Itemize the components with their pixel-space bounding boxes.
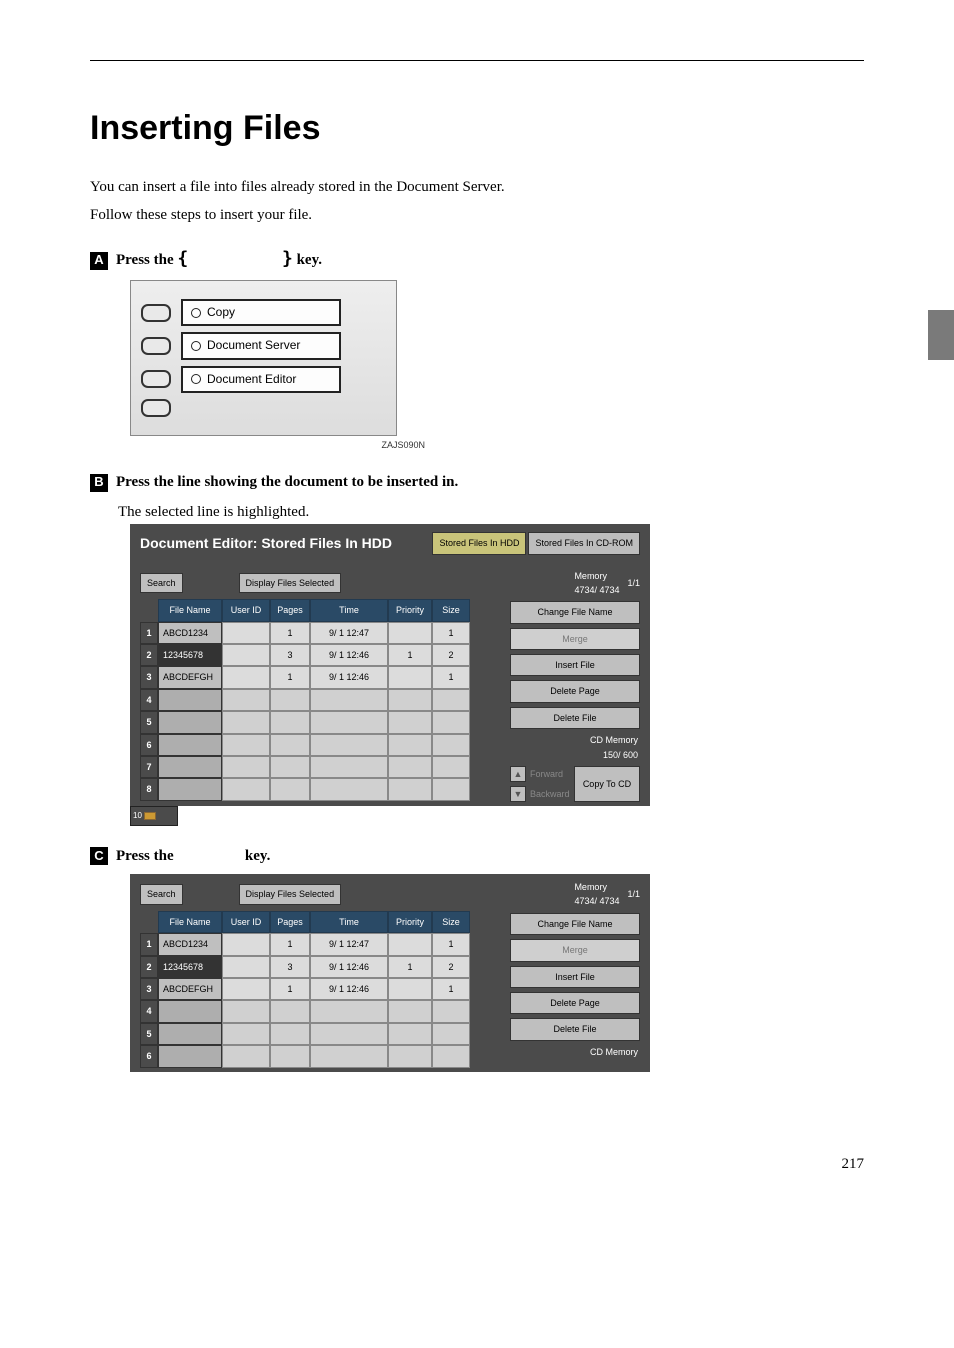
search-button[interactable]: Search [140,884,183,904]
forward-label: Forward [530,767,563,781]
table-row[interactable]: 5 [140,711,470,733]
table-row[interactable]: 1ABCD123419/ 1 12:471 [140,933,470,955]
document-editor-panel: Document Editor: Stored Files In HDD Sto… [130,524,650,806]
delete-page-button[interactable]: Delete Page [510,680,640,702]
table-row[interactable]: 6 [140,1045,470,1067]
table-row[interactable]: 8 [140,778,470,800]
step-1-prefix: Press the [116,252,177,268]
mode-key-illustration: Copy Document Server Document Editor [130,280,397,436]
mode-copy: Copy [181,299,341,326]
display-selected-button[interactable]: Display Files Selected [239,884,342,904]
hardware-button-icon [141,337,171,355]
mode-document-server: Document Server [181,332,341,359]
table-row[interactable]: 3ABCDEFGH19/ 1 12:461 [140,666,470,688]
document-editor-panel-partial: Search Display Files Selected Memory4734… [130,874,650,1072]
intro-line-1: You can insert a file into files already… [90,175,864,199]
hardware-button-icon [141,304,171,322]
step-2-text: Press the line showing the document to b… [116,470,458,494]
mode-document-editor: Document Editor [181,366,341,393]
section-tab [928,310,954,360]
tab-stored-cdrom[interactable]: Stored Files In CD-ROM [528,532,640,554]
table-row[interactable]: 6 [140,734,470,756]
backward-label: Backward [530,787,570,801]
table-row[interactable]: 3ABCDEFGH19/ 1 12:461 [140,978,470,1000]
tab-stored-hdd[interactable]: Stored Files In HDD [432,532,526,554]
step-number-icon: A [90,252,108,270]
table-row[interactable]: 4 [140,1000,470,1022]
cd-memory-indicator: CD Memory [510,1045,640,1059]
step-number-icon: B [90,474,108,492]
step-2-sub: The selected line is highlighted. [118,500,864,524]
status-tab: 10 [130,806,178,826]
step-number-icon: C [90,847,108,865]
copy-to-cd-button[interactable]: Copy To CD [574,766,640,802]
page-indicator: 1/1 [627,887,640,901]
step-3-prefix: Press the [116,848,177,864]
search-button[interactable]: Search [140,573,183,593]
insert-file-button[interactable]: Insert File [510,654,640,676]
table-row[interactable]: 21234567839/ 1 12:4612 [140,956,470,978]
change-file-name-button[interactable]: Change File Name [510,913,640,935]
merge-button[interactable]: Merge [510,628,640,650]
intro-line-2: Follow these steps to insert your file. [90,203,864,227]
table-row[interactable]: 4 [140,689,470,711]
delete-file-button[interactable]: Delete File [510,1018,640,1040]
delete-file-button[interactable]: Delete File [510,707,640,729]
page-number: 217 [90,1152,864,1176]
memory-indicator: Memory4734/ 4734 [574,880,619,909]
step-3-suffix: key. [245,848,270,864]
backward-arrow-icon[interactable]: ▼ [510,786,526,802]
hardware-button-icon [141,370,171,388]
cd-memory-indicator: CD Memory150/ 600 [510,733,640,762]
table-row[interactable]: 7 [140,756,470,778]
hardware-button-icon [141,399,171,417]
insert-file-button[interactable]: Insert File [510,966,640,988]
merge-button[interactable]: Merge [510,939,640,961]
step-1: A Press the { } key. [90,245,864,274]
page-indicator: 1/1 [627,576,640,590]
table-row[interactable]: 5 [140,1023,470,1045]
table-row[interactable]: 21234567839/ 1 12:4612 [140,644,470,666]
table-header: File Name User ID Pages Time Priority Si… [140,911,470,933]
step-1-suffix: key. [297,252,322,268]
delete-page-button[interactable]: Delete Page [510,992,640,1014]
memory-indicator: Memory4734/ 4734 [574,569,619,598]
display-selected-button[interactable]: Display Files Selected [239,573,342,593]
forward-arrow-icon[interactable]: ▲ [510,766,526,782]
step-3: C Press the key. [90,844,864,868]
table-row[interactable]: 1ABCD123419/ 1 12:471 [140,622,470,644]
close-bracket-icon: } [282,248,293,269]
page-title: Inserting Files [90,101,864,155]
panel-title: Document Editor: Stored Files In HDD [140,532,392,554]
illustration-caption: ZAJS090N [130,438,425,452]
step-2: B Press the line showing the document to… [90,470,864,494]
open-bracket-icon: { [177,248,188,269]
change-file-name-button[interactable]: Change File Name [510,601,640,623]
table-header: File Name User ID Pages Time Priority Si… [140,599,470,621]
